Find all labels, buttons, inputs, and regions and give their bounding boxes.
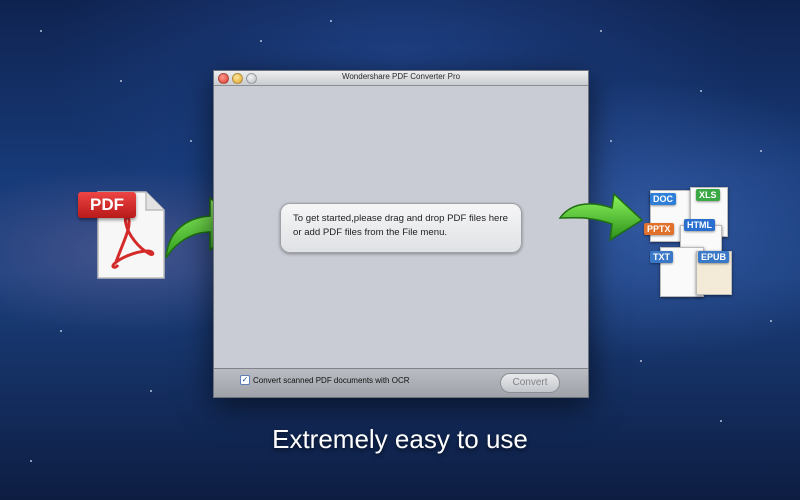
- xls-format-badge: XLS: [696, 189, 720, 201]
- html-format-badge: HTML: [684, 219, 715, 231]
- window-title: Wondershare PDF Converter Pro: [341, 72, 461, 81]
- app-window: Wondershare PDF Converter Pro To get sta…: [213, 70, 589, 398]
- doc-format-badge: DOC: [650, 193, 676, 205]
- ocr-checkbox-label: Convert scanned PDF documents with OCR: [253, 375, 410, 385]
- window-titlebar[interactable]: Wondershare PDF Converter Pro: [214, 71, 588, 86]
- bottom-toolbar: ✓ Convert scanned PDF documents with OCR…: [214, 368, 588, 397]
- epub-format-badge: EPUB: [698, 251, 730, 263]
- tagline-text: Extremely easy to use: [272, 424, 528, 454]
- pdf-label-badge: PDF: [78, 192, 136, 218]
- drop-hint-message: To get started,please drag and drop PDF …: [280, 203, 522, 253]
- output-formats-icon: DOC XLS PPTX HTML TXT EPUB: [640, 185, 740, 300]
- arrow-right-icon: [558, 192, 644, 242]
- pptx-format-badge: PPTX: [644, 223, 674, 235]
- ocr-option[interactable]: ✓ Convert scanned PDF documents with OCR: [240, 375, 410, 385]
- txt-format-badge: TXT: [650, 251, 673, 263]
- drop-area[interactable]: To get started,please drag and drop PDF …: [214, 86, 588, 369]
- ocr-checkbox[interactable]: ✓: [240, 375, 250, 385]
- convert-button[interactable]: Convert: [500, 373, 560, 393]
